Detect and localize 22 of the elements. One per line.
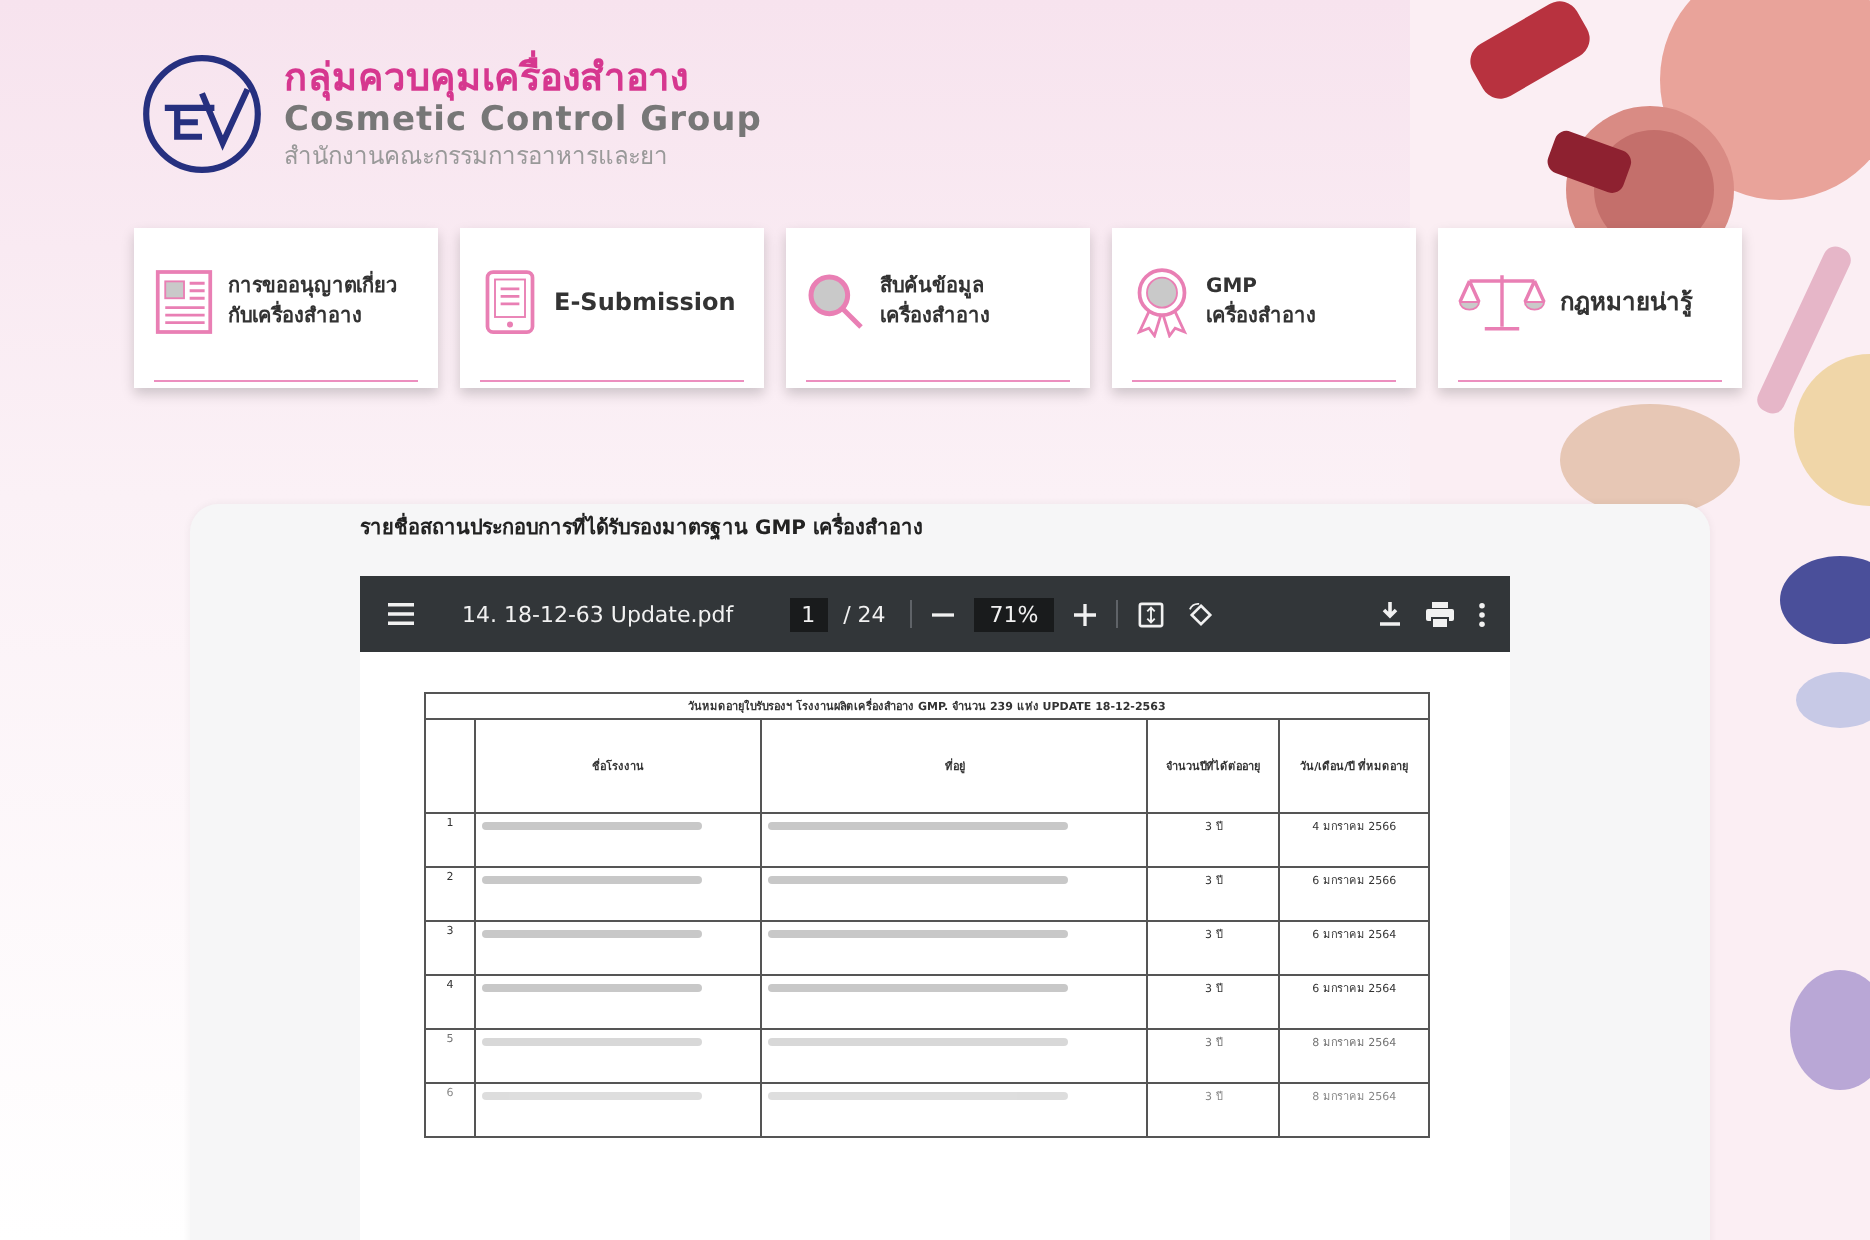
zoom-in-icon[interactable] [1070,599,1101,629]
section-title: รายชื่อสถานประกอบการที่ได้รับรองมาตรฐาน GMP เครื่องสำอาง [360,512,923,542]
logo-icon [140,52,264,176]
fit-page-icon[interactable] [1134,597,1169,631]
menu-icon[interactable] [384,598,418,630]
print-icon[interactable] [1422,597,1458,631]
page-field[interactable]: 1 [789,597,828,631]
download-icon[interactable] [1374,598,1406,630]
more-icon[interactable] [1474,597,1490,631]
menu-card[interactable]: E-Submission [460,228,764,388]
page-total: / 24 [843,601,886,627]
tablet-icon [480,266,540,338]
newspaper-icon [154,266,214,338]
site-subtitle: สำนักงานคณะกรรมการอาหารและยา [284,140,670,172]
zoom-field[interactable]: 71% [973,597,1055,631]
site-title-english: Cosmetic Control Group [284,100,762,140]
menu-card[interactable]: การขออนุญาตเกี่ยว กับเครื่องสำอาง [134,228,438,388]
menu-card[interactable]: กฎหมายน่ารู้ [1438,228,1742,388]
menu-card[interactable]: GMP เครื่องสำอาง [1112,228,1416,388]
rosette-icon [1132,266,1192,338]
menu-card[interactable]: สืบค้นข้อมูล เครื่องสำอาง [786,228,1090,388]
file-name: 14. 18-12-63 Update.pdf [462,601,734,627]
